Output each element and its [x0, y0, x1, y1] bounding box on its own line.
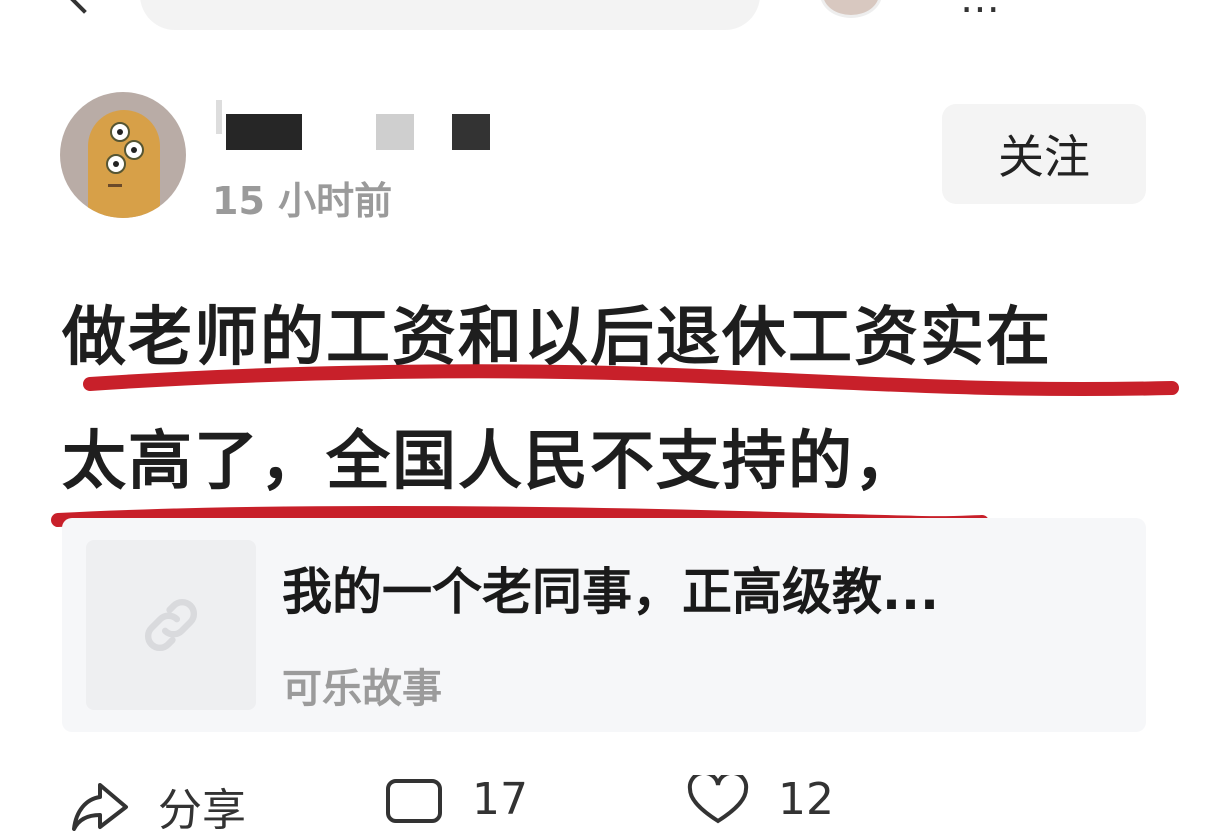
share-label: 分享 [158, 785, 246, 836]
author-name-redacted[interactable] [212, 100, 512, 150]
top-avatar[interactable] [820, 0, 882, 18]
like-action[interactable]: 12 [686, 774, 834, 825]
comment-count: 17 [472, 774, 528, 825]
follow-button[interactable]: 关注 [942, 104, 1146, 204]
comment-action[interactable]: 17 [384, 774, 528, 825]
post-text-line-2: 太高了，全国人民不支持的， [62, 425, 920, 499]
comment-icon [386, 778, 442, 823]
back-icon[interactable] [64, 0, 104, 14]
avatar-eye [124, 140, 144, 160]
link-thumbnail [86, 540, 256, 710]
avatar-eye [106, 154, 126, 174]
author-avatar[interactable] [60, 92, 186, 218]
avatar-eye [110, 122, 130, 142]
link-title[interactable]: 我的一个老同事，正高级教... [282, 552, 939, 624]
post-text-line-1: 做老师的工资和以后退休工资实在 [62, 301, 1052, 375]
avatar-figure [88, 110, 160, 218]
share-action[interactable]: 分享 [70, 774, 246, 838]
top-right-icon[interactable]: ⋯ [960, 0, 1000, 32]
link-icon [144, 598, 198, 652]
share-icon [72, 783, 128, 831]
link-source: 可乐故事 [282, 666, 442, 712]
heart-icon [687, 774, 749, 823]
search-bar[interactable] [140, 0, 760, 30]
post-time: 15 小时前 [212, 179, 393, 223]
avatar-mouth [108, 184, 122, 187]
blurred-corner [900, 740, 1206, 804]
like-count: 12 [778, 774, 834, 825]
